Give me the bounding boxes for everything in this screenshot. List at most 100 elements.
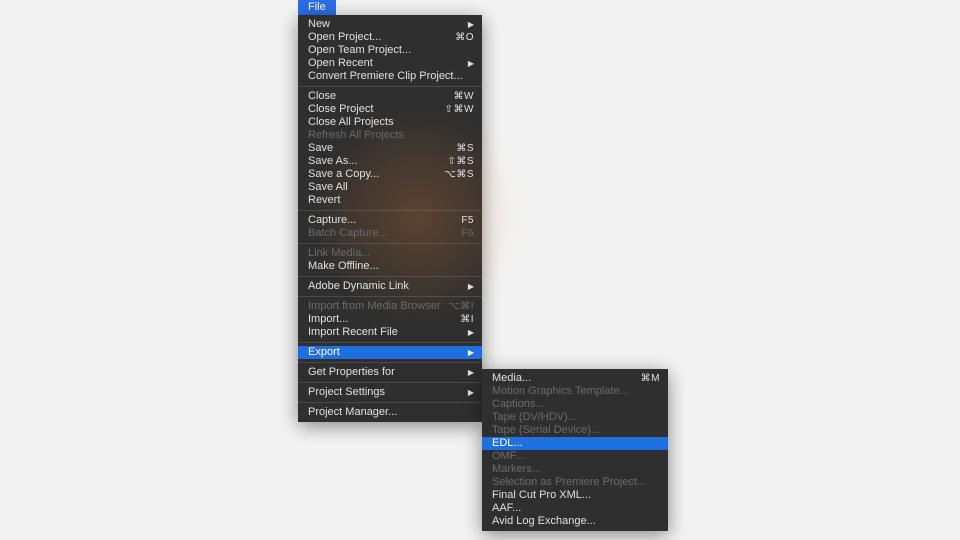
file-menu-item-shortcut: ⇧⌘S [447, 155, 474, 168]
export-menu-item-omf: OMF... [482, 450, 668, 463]
file-menu-item-save-a-copy[interactable]: Save a Copy... ⌥⌘S [298, 168, 482, 181]
file-menu-item-shortcut: ⌥⌘S [444, 168, 474, 181]
submenu-arrow-icon: ▶ [468, 57, 474, 70]
file-menu-item-refresh-all-projects: Refresh All Projects [298, 129, 482, 142]
export-submenu[interactable]: Media...⌘MMotion Graphics Template...Cap… [482, 369, 668, 531]
file-menu-item-label: Import from Media Browser [308, 300, 441, 313]
file-menu-item-close[interactable]: Close ⌘W [298, 90, 482, 103]
export-menu-item-label: Tape (Serial Device)... [492, 424, 600, 437]
file-menu-item-shortcut: ⌘S [456, 142, 474, 155]
export-menu-item-label: Captions... [492, 398, 545, 411]
file-menu-item-label: Export [308, 346, 340, 359]
file-menu-item-label: Open Project... [308, 31, 381, 44]
export-menu-item-label: Avid Log Exchange... [492, 515, 596, 528]
file-menu-item-label: Adobe Dynamic Link [308, 280, 409, 293]
submenu-arrow-icon: ▶ [468, 366, 474, 379]
file-menu-item-label: Convert Premiere Clip Project... [308, 70, 463, 83]
file-menu-item-close-project[interactable]: Close Project ⇧⌘W [298, 103, 482, 116]
file-menu-item-label: Open Recent [308, 57, 373, 70]
export-menu-item-captions: Captions... [482, 398, 668, 411]
file-menu-item-label: Close All Projects [308, 116, 394, 129]
file-menu-item-label: Make Offline... [308, 260, 379, 273]
file-menu-item-new[interactable]: New ▶ [298, 18, 482, 31]
file-menu-item-capture[interactable]: Capture... F5 [298, 214, 482, 227]
file-menu-item-open-project[interactable]: Open Project...⌘O [298, 31, 482, 44]
file-menu-item-batch-capture: Batch Capture...F6 [298, 227, 482, 240]
export-menu-item-label: Tape (DV/HDV)... [492, 411, 577, 424]
file-menu-item-shortcut: ⌘I [460, 313, 474, 326]
export-menu-item-motion-graphics-template: Motion Graphics Template... [482, 385, 668, 398]
file-menu-item-shortcut: ⌘W [454, 90, 474, 103]
file-menu-item-shortcut: ⌥⌘I [448, 300, 474, 313]
file-menu-item-label: Import... [308, 313, 348, 326]
file-menu-item-label: Save a Copy... [308, 168, 379, 181]
file-menu-item-save[interactable]: Save ⌘S [298, 142, 482, 155]
file-menu-item-import-recent-file[interactable]: Import Recent File ▶ [298, 326, 482, 339]
export-menu-item-label: Markers... [492, 463, 541, 476]
export-menu-item-media[interactable]: Media...⌘M [482, 372, 668, 385]
file-menu-item-label: Close Project [308, 103, 373, 116]
export-menu-item-final-cut-pro-xml[interactable]: Final Cut Pro XML... [482, 489, 668, 502]
export-menu-item-tape-dv-hdv: Tape (DV/HDV)... [482, 411, 668, 424]
file-menu-item-label: Project Manager... [308, 406, 397, 419]
file-menu-item-shortcut: ⇧⌘W [445, 103, 474, 116]
file-menu-item-label: New [308, 18, 330, 31]
file-menu-item-label: Project Settings [308, 386, 385, 399]
file-menu-separator [298, 362, 482, 363]
submenu-arrow-icon: ▶ [468, 280, 474, 293]
file-menu-item-label: Save [308, 142, 333, 155]
file-menu-item-shortcut: F6 [461, 227, 474, 240]
submenu-arrow-icon: ▶ [468, 326, 474, 339]
file-menu-item-save-as[interactable]: Save As... ⇧⌘S [298, 155, 482, 168]
file-menu-item-label: Refresh All Projects [308, 129, 404, 142]
file-menu-item-import[interactable]: Import... ⌘I [298, 313, 482, 326]
file-menu-item-revert[interactable]: Revert [298, 194, 482, 207]
file-menu-separator [298, 243, 482, 244]
file-menu-item-open-recent[interactable]: Open Recent ▶ [298, 57, 482, 70]
submenu-arrow-icon: ▶ [468, 18, 474, 31]
file-menu-item-save-all[interactable]: Save All [298, 181, 482, 194]
file-menu-separator [298, 382, 482, 383]
file-menu-item-get-properties-for[interactable]: Get Properties for▶ [298, 366, 482, 379]
file-menu-separator [298, 342, 482, 343]
menubar-file[interactable]: File [298, 0, 336, 15]
file-menu-item-label: Close [308, 90, 336, 103]
file-menu-item-project-manager[interactable]: Project Manager... [298, 406, 482, 419]
export-menu-item-label: OMF... [492, 450, 524, 463]
file-menu-separator [298, 296, 482, 297]
export-menu-item-label: Motion Graphics Template... [492, 385, 629, 398]
file-menu-item-import-from-media-browser: Import from Media Browser ⌥⌘I [298, 300, 482, 313]
file-menu-item-close-all-projects[interactable]: Close All Projects [298, 116, 482, 129]
submenu-arrow-icon: ▶ [468, 386, 474, 399]
file-menu-item-label: Open Team Project... [308, 44, 411, 57]
file-menu-item-label: Capture... [308, 214, 356, 227]
file-menu-item-make-offline[interactable]: Make Offline... [298, 260, 482, 273]
file-menu-item-convert-premiere-clip-project[interactable]: Convert Premiere Clip Project... [298, 70, 482, 83]
export-menu-item-tape-serial-device: Tape (Serial Device)... [482, 424, 668, 437]
export-menu-item-aaf[interactable]: AAF... [482, 502, 668, 515]
file-menu[interactable]: New▶Open Project...⌘OOpen Team Project..… [298, 15, 482, 422]
file-menu-item-shortcut: F5 [461, 214, 474, 227]
export-menu-item-label: Selection as Premiere Project... [492, 476, 646, 489]
file-menu-separator [298, 276, 482, 277]
export-menu-item-shortcut: ⌘M [641, 372, 660, 385]
export-menu-item-markers: Markers... [482, 463, 668, 476]
menubar-file-label: File [308, 1, 326, 13]
file-menu-item-label: Save All [308, 181, 348, 194]
file-menu-item-label: Link Media... [308, 247, 370, 260]
export-menu-item-label: AAF... [492, 502, 521, 515]
file-menu-item-link-media: Link Media... [298, 247, 482, 260]
file-menu-item-label: Import Recent File [308, 326, 398, 339]
export-menu-item-avid-log-exchange[interactable]: Avid Log Exchange... [482, 515, 668, 528]
file-menu-item-label: Revert [308, 194, 340, 207]
file-menu-item-export[interactable]: Export ▶ [298, 346, 482, 359]
file-menu-item-label: Save As... [308, 155, 358, 168]
file-menu-item-project-settings[interactable]: Project Settings ▶ [298, 386, 482, 399]
export-menu-item-edl[interactable]: EDL... [482, 437, 668, 450]
submenu-arrow-icon: ▶ [468, 346, 474, 359]
file-menu-separator [298, 402, 482, 403]
file-menu-separator [298, 86, 482, 87]
export-menu-item-label: EDL... [492, 437, 523, 450]
file-menu-item-adobe-dynamic-link[interactable]: Adobe Dynamic Link ▶ [298, 280, 482, 293]
file-menu-item-open-team-project[interactable]: Open Team Project... [298, 44, 482, 57]
